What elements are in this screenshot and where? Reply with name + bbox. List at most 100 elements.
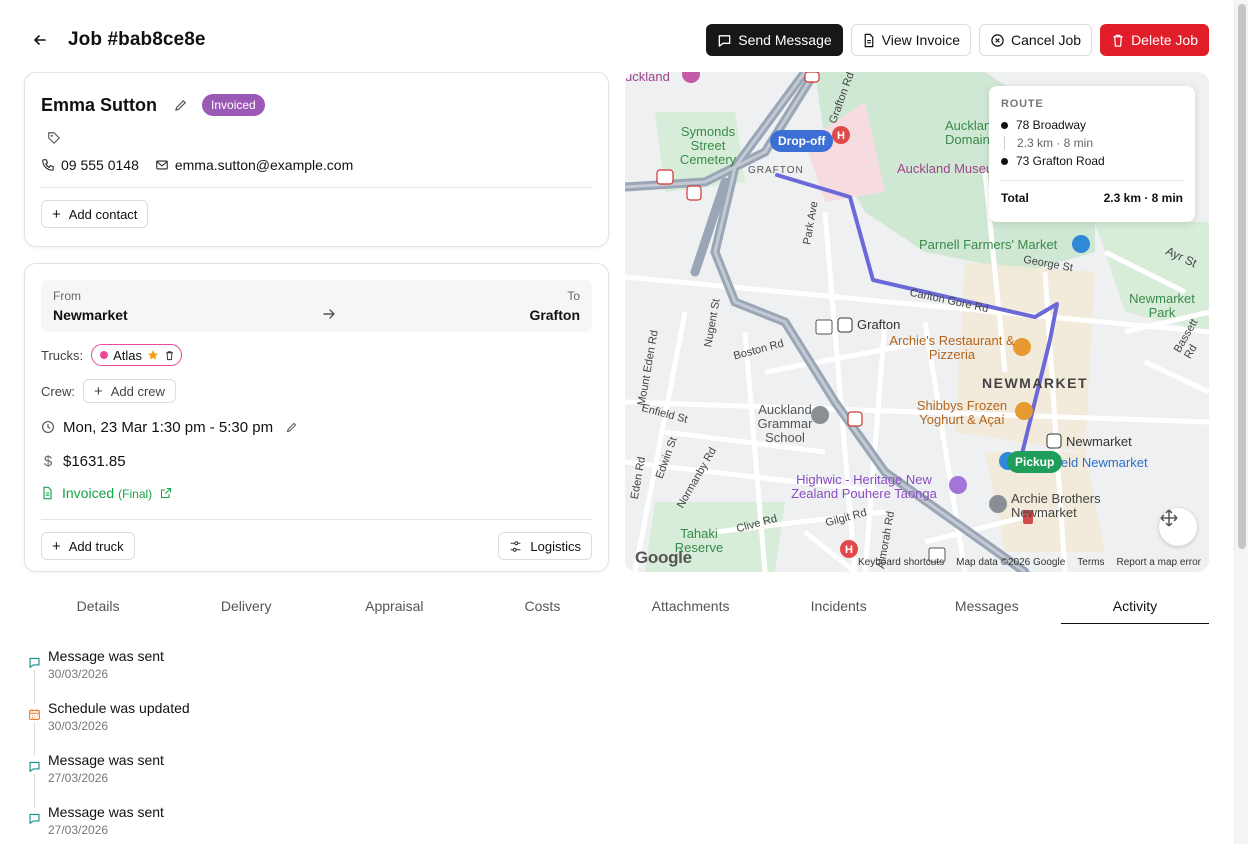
tab-delivery[interactable]: Delivery <box>172 590 320 624</box>
move-icon <box>1160 509 1178 527</box>
map-label: GRAFTON <box>748 165 804 176</box>
star-icon <box>148 350 158 360</box>
add-crew-button[interactable]: + Add crew <box>82 379 176 403</box>
map-label: Grafton <box>857 317 901 332</box>
add-contact-label: Add contact <box>68 206 138 222</box>
divider <box>41 519 592 520</box>
job-tabs: Details Delivery Appraisal Costs Attachm… <box>24 590 1209 624</box>
view-invoice-button[interactable]: View Invoice <box>850 24 972 56</box>
plus-icon: + <box>52 205 61 223</box>
back-button[interactable] <box>24 24 56 56</box>
map-label: Newmarket <box>1066 434 1132 449</box>
message-icon <box>25 757 43 775</box>
tab-costs[interactable]: Costs <box>468 590 616 624</box>
fullscreen-button[interactable] <box>1159 508 1197 546</box>
clock-icon <box>42 421 54 433</box>
route-leg: 2.3 km · 8 min <box>1004 136 1183 150</box>
edit-schedule-icon[interactable] <box>285 421 298 434</box>
total-label: Total <box>1001 191 1029 205</box>
activity-item: Message was sent 27/03/2026 <box>24 752 190 808</box>
trash-icon <box>166 350 173 360</box>
view-invoice-label: View Invoice <box>881 32 961 48</box>
email-address: emma.sutton@example.com <box>174 157 354 173</box>
logistics-button[interactable]: Logistics <box>498 532 592 560</box>
file-text-icon <box>43 486 52 500</box>
map-label: Archie Brothers Newmarket <box>1011 491 1101 520</box>
route-info-card: ROUTE 78 Broadway 2.3 km · 8 min 73 Graf… <box>989 86 1195 222</box>
tab-messages[interactable]: Messages <box>913 590 1061 624</box>
map-label: ield Newmarket <box>1058 455 1148 470</box>
truck-name: Atlas <box>113 347 143 363</box>
crew-label: Crew: <box>41 383 75 399</box>
send-message-button[interactable]: Send Message <box>706 24 843 56</box>
email-contact[interactable]: emma.sutton@example.com <box>155 157 353 173</box>
invoice-type: (Final) <box>118 487 153 501</box>
phone-number: 09 555 0148 <box>61 157 139 173</box>
route-total: Total 2.3 km · 8 min <box>1001 180 1183 205</box>
job-card: From Newmarket To Grafton Trucks: Atlas … <box>24 263 609 572</box>
truck-color-dot <box>100 351 109 359</box>
stop-address: 73 Grafton Road <box>1016 154 1105 168</box>
mail-icon <box>156 160 168 170</box>
header-actions: Send Message View Invoice Cancel Job Del… <box>706 24 1209 56</box>
tab-appraisal[interactable]: Appraisal <box>320 590 468 624</box>
message-icon <box>25 809 43 827</box>
logistics-label: Logistics <box>530 538 581 554</box>
activity-date: 30/03/2026 <box>48 667 109 681</box>
tab-attachments[interactable]: Attachments <box>617 590 765 624</box>
calendar-icon <box>25 705 43 723</box>
customer-name: Emma Sutton <box>41 94 158 115</box>
status-badge: Invoiced <box>202 94 265 116</box>
trash-icon <box>1113 34 1123 47</box>
add-truck-label: Add truck <box>68 538 124 554</box>
activity-date: 27/03/2026 <box>48 771 109 785</box>
map-label: Newmarket Park <box>1129 291 1195 320</box>
message-icon <box>25 653 43 671</box>
pickup-marker[interactable]: Pickup <box>1007 451 1063 473</box>
dropoff-marker[interactable]: Drop-off <box>770 130 834 152</box>
delete-job-label: Delete Job <box>1131 32 1198 48</box>
keyboard-shortcuts-link[interactable]: Keyboard shortcuts <box>858 557 944 568</box>
add-contact-button[interactable]: + Add contact <box>41 200 149 228</box>
map-label: Symonds Street Cemetery <box>679 124 737 167</box>
cancel-job-button[interactable]: Cancel Job <box>979 24 1093 56</box>
activity-feed: Message was sent 30/03/2026 Schedule was… <box>24 648 190 844</box>
delete-job-button[interactable]: Delete Job <box>1100 24 1209 56</box>
from-location: Newmarket <box>53 307 128 323</box>
map-label: Parnell Farmers' Market <box>919 237 1058 252</box>
route-heading: ROUTE <box>1001 98 1044 110</box>
map-data-text: Map data ©2026 Google <box>956 557 1066 568</box>
message-icon <box>718 34 731 47</box>
arrow-left-icon <box>34 35 46 45</box>
scrollbar-thumb[interactable] <box>1238 4 1246 549</box>
truck-chip[interactable]: Atlas <box>91 344 183 366</box>
tag-icon[interactable] <box>47 131 61 145</box>
customer-card: Emma Sutton Invoiced 09 555 0148 emma.su… <box>24 72 609 247</box>
route-summary: From Newmarket To Grafton <box>41 280 592 332</box>
cancel-job-label: Cancel Job <box>1011 32 1082 48</box>
terms-link[interactable]: Terms <box>1077 557 1104 568</box>
map-label: Highwic - Heritage New Zealand Pouhere T… <box>791 472 937 501</box>
plus-icon: + <box>52 537 61 555</box>
activity-title: Message was sent <box>48 804 164 820</box>
map-label: NEWMARKET <box>982 375 1089 391</box>
phone-icon <box>42 159 54 171</box>
report-error-link[interactable]: Report a map error <box>1117 557 1201 568</box>
tab-activity[interactable]: Activity <box>1060 590 1209 624</box>
activity-title: Message was sent <box>48 752 164 768</box>
svg-text:H: H <box>845 544 853 556</box>
phone-contact[interactable]: 09 555 0148 <box>41 157 139 173</box>
edit-name-icon[interactable] <box>173 98 188 113</box>
tab-details[interactable]: Details <box>24 590 172 624</box>
invoice-link[interactable]: Invoiced (Final) <box>41 481 592 505</box>
page-scrollbar[interactable] <box>1234 0 1248 844</box>
stop-address: 78 Broadway <box>1016 118 1087 132</box>
route-map[interactable]: H H uckland Symonds Street Cemetery GRAF… <box>625 72 1209 572</box>
plus-icon: + <box>93 382 103 400</box>
send-message-label: Send Message <box>738 32 832 48</box>
arrow-right-icon <box>322 309 335 319</box>
tab-incidents[interactable]: Incidents <box>765 590 913 624</box>
from-label: From <box>53 289 81 303</box>
activity-date: 27/03/2026 <box>48 823 109 837</box>
add-truck-button[interactable]: + Add truck <box>41 532 135 560</box>
